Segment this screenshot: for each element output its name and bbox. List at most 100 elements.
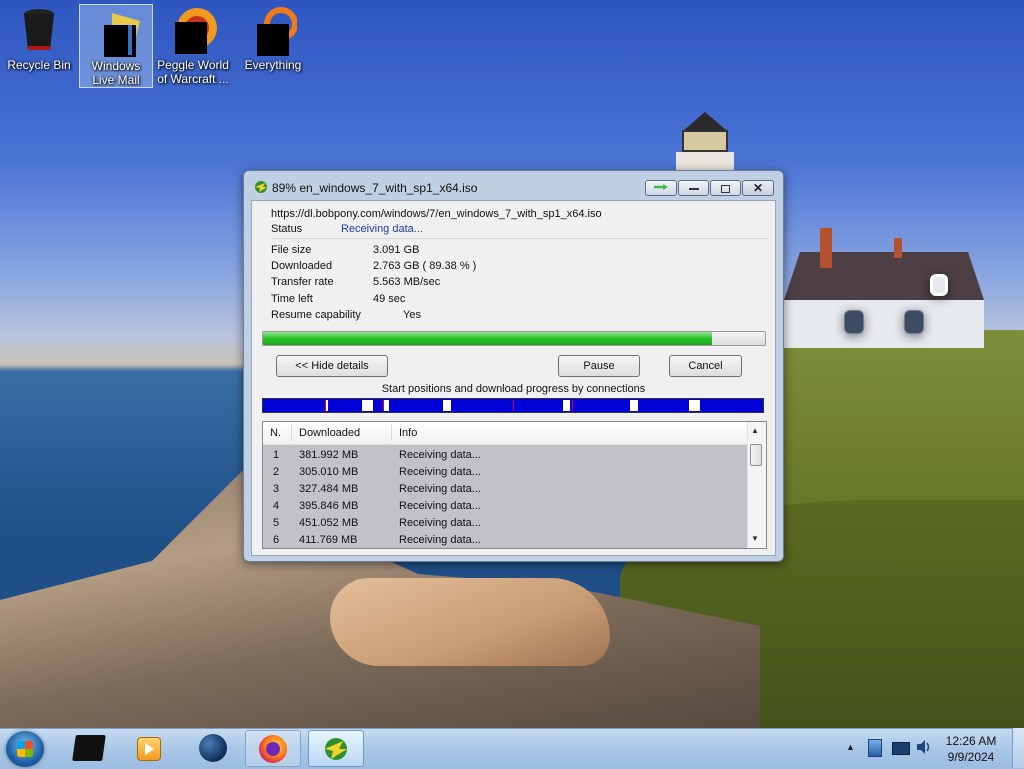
desktop-icon-label: Peggle World of Warcraft ... — [157, 58, 229, 86]
connection-gap — [326, 400, 328, 411]
connection-downloaded: 305.010 MB — [299, 466, 359, 478]
scroll-down-icon[interactable]: ▼ — [751, 534, 759, 543]
connection-gap — [384, 400, 389, 411]
connection-gap — [443, 400, 451, 411]
taskbar-internet-download-manager[interactable] — [308, 730, 364, 767]
internet-download-manager-icon — [321, 736, 351, 762]
table-row[interactable]: 5 451.052 MB Receiving data... — [263, 515, 747, 532]
minimize-icon — [688, 188, 699, 190]
desktop-icon-recycle-bin[interactable]: Recycle Bin — [2, 4, 76, 88]
connection-downloaded: 381.992 MB — [299, 449, 359, 461]
start-button[interactable] — [6, 731, 44, 767]
taskbar-app-black[interactable] — [62, 730, 118, 767]
desktop-icon-label: Everything — [244, 58, 302, 72]
lighthouse — [676, 106, 734, 170]
close-button[interactable]: ✕ — [742, 180, 774, 196]
scroll-thumb[interactable] — [750, 444, 762, 466]
desktop-icon-everything[interactable]: Everything — [236, 4, 310, 88]
recycle-bin-icon — [15, 6, 63, 54]
connection-number: 1 — [273, 449, 280, 461]
connections-caption: Start positions and download progress by… — [381, 383, 646, 395]
close-icon: ✕ — [752, 181, 764, 195]
list-scrollbar[interactable]: ▲ ▼ — [747, 422, 766, 548]
windows-live-mail-icon — [92, 7, 140, 57]
connections-list[interactable]: N. Downloaded Info 1 381.992 MB Receivin… — [262, 421, 767, 549]
boulder — [330, 578, 610, 666]
show-desktop-button[interactable] — [1012, 728, 1024, 768]
table-row[interactable]: 3 327.484 MB Receiving data... — [263, 481, 747, 498]
list-header: N. Downloaded Info — [263, 422, 747, 445]
taskbar-media-player[interactable] — [121, 730, 177, 767]
connection-info: Receiving data... — [399, 500, 481, 512]
connection-downloaded: 327.484 MB — [299, 483, 359, 495]
maximize-button[interactable] — [710, 180, 741, 196]
resume-capability-value: Yes — [403, 309, 421, 321]
minimize-button[interactable] — [678, 180, 709, 196]
connection-number: 6 — [273, 534, 280, 546]
downloaded-label: Downloaded — [271, 260, 333, 272]
window-title: 89% en_windows_7_with_sp1_x64.iso — [272, 181, 478, 195]
connection-marker — [513, 400, 514, 411]
connection-number: 2 — [273, 466, 280, 478]
pause-button[interactable]: Pause — [558, 355, 640, 377]
taskbar-clock[interactable]: 12:26 AM 9/9/2024 — [940, 733, 1002, 765]
connection-info: Receiving data... — [399, 449, 481, 461]
column-header-info[interactable]: Info — [399, 427, 417, 439]
download-details-panel: https://dl.bobpony.com/windows/7/en_wind… — [251, 200, 776, 556]
connection-downloaded: 451.052 MB — [299, 517, 359, 529]
column-header-n[interactable]: N. — [270, 427, 281, 439]
transfer-rate-value: 5.563 MB/sec — [373, 276, 441, 288]
desktop-icon-windows-live-mail[interactable]: Windows Live Mail — [79, 4, 153, 88]
show-hidden-icons-icon[interactable]: ▲ — [846, 742, 855, 752]
house — [784, 228, 984, 348]
scroll-up-icon[interactable]: ▲ — [751, 426, 759, 435]
time-left-value: 49 sec — [373, 293, 406, 305]
connection-number: 4 — [273, 500, 280, 512]
clock-time: 12:26 AM — [945, 734, 997, 748]
connection-gap — [563, 400, 570, 411]
download-progress-fill — [263, 332, 712, 345]
maximize-icon — [721, 185, 730, 193]
column-header-downloaded[interactable]: Downloaded — [299, 427, 360, 439]
divider — [271, 238, 767, 239]
windows-logo-icon — [17, 741, 33, 757]
connection-gap — [362, 400, 373, 411]
title-bar[interactable]: 89% en_windows_7_with_sp1_x64.iso ✕ — [244, 171, 783, 199]
connections-progress-bar — [262, 398, 764, 413]
table-row[interactable]: 1 381.992 MB Receiving data... — [263, 447, 747, 464]
table-row[interactable]: 4 395.846 MB Receiving data... — [263, 498, 747, 515]
status-value: Receiving data... — [341, 223, 423, 235]
table-row[interactable]: 6 411.769 MB Receiving data... — [263, 532, 747, 548]
resume-capability-label: Resume capability — [271, 309, 361, 321]
file-size-label: File size — [271, 244, 312, 256]
minimize-to-tray-button[interactable] — [645, 180, 677, 196]
file-size-value: 3.091 GB — [373, 244, 420, 256]
transfer-rate-label: Transfer rate — [271, 276, 334, 288]
time-left-label: Time left — [271, 293, 313, 305]
connection-downloaded: 411.769 MB — [299, 534, 358, 546]
taskbar-globe[interactable] — [185, 730, 241, 767]
table-row[interactable]: 2 305.010 MB Receiving data... — [263, 464, 747, 481]
idm-download-icon — [253, 180, 269, 194]
volume-icon[interactable] — [916, 739, 930, 755]
connection-info: Receiving data... — [399, 534, 481, 546]
arrow-right-icon — [654, 184, 668, 190]
status-label: Status — [271, 223, 303, 235]
downloaded-value: 2.763 GB ( 89.38 % ) — [373, 260, 477, 272]
network-icon[interactable] — [892, 742, 910, 755]
connection-marker — [383, 400, 384, 411]
taskbar-firefox[interactable] — [245, 730, 301, 767]
clock-date: 9/9/2024 — [947, 750, 995, 764]
black-app-icon — [72, 735, 106, 761]
connection-gap — [630, 400, 638, 411]
connection-number: 5 — [273, 517, 280, 529]
action-center-icon[interactable] — [868, 739, 882, 757]
cancel-button[interactable]: Cancel — [669, 355, 742, 377]
download-progress-window: 89% en_windows_7_with_sp1_x64.iso ✕ http… — [243, 170, 784, 562]
globe-icon — [199, 734, 227, 762]
desktop-icon-peggle[interactable]: Peggle World of Warcraft ... — [156, 4, 230, 88]
connection-marker — [325, 400, 326, 411]
connection-info: Receiving data... — [399, 483, 481, 495]
connection-info: Receiving data... — [399, 466, 481, 478]
hide-details-button[interactable]: << Hide details — [276, 355, 388, 377]
